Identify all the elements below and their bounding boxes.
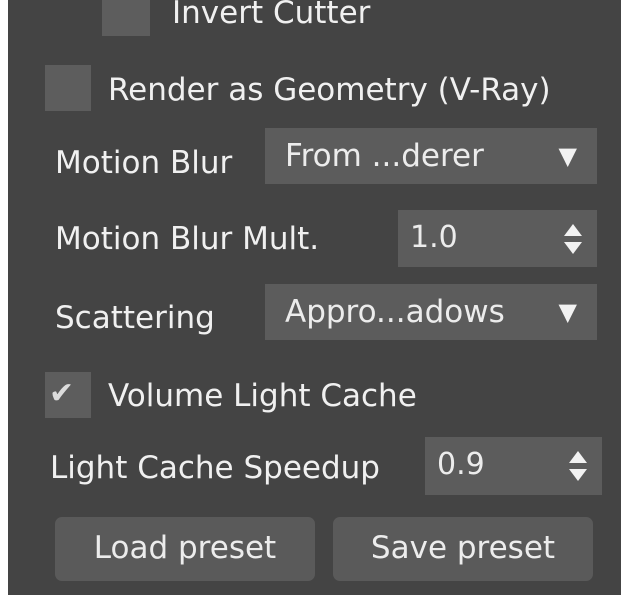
scattering-label: Scattering — [55, 300, 215, 336]
motion-blur-mult-spinner[interactable]: 1.0 — [398, 210, 597, 267]
settings-panel: Invert Cutter Render as Geometry (V-Ray)… — [8, 0, 621, 595]
volume-light-cache-checkbox[interactable]: ✔ — [45, 372, 91, 418]
light-cache-speedup-spinner[interactable]: 0.9 — [425, 437, 602, 495]
load-preset-button[interactable]: Load preset — [55, 517, 315, 581]
light-cache-speedup-value: 0.9 — [437, 447, 485, 482]
motion-blur-mult-label: Motion Blur Mult. — [55, 221, 320, 257]
spinner-arrows-icon[interactable] — [568, 449, 588, 483]
invert-cutter-label: Invert Cutter — [172, 0, 371, 31]
spinner-arrows-icon[interactable] — [563, 222, 583, 256]
render-as-geometry-checkbox[interactable] — [45, 65, 91, 111]
check-icon: ✔ — [49, 376, 75, 411]
triangle-down-icon: ▼ — [558, 142, 577, 170]
motion-blur-dropdown[interactable]: From ...derer ▼ — [265, 128, 597, 184]
volume-light-cache-label: Volume Light Cache — [108, 378, 417, 414]
save-preset-button[interactable]: Save preset — [333, 517, 593, 581]
motion-blur-mult-value: 1.0 — [410, 220, 458, 255]
motion-blur-value: From ...derer — [285, 138, 484, 174]
scattering-value: Appro...adows — [285, 294, 505, 330]
render-as-geometry-label: Render as Geometry (V-Ray) — [108, 72, 551, 108]
light-cache-speedup-label: Light Cache Speedup — [50, 450, 380, 486]
motion-blur-label: Motion Blur — [55, 145, 233, 181]
triangle-down-icon: ▼ — [558, 298, 577, 326]
invert-cutter-checkbox[interactable] — [102, 0, 150, 36]
scattering-dropdown[interactable]: Appro...adows ▼ — [265, 284, 597, 340]
